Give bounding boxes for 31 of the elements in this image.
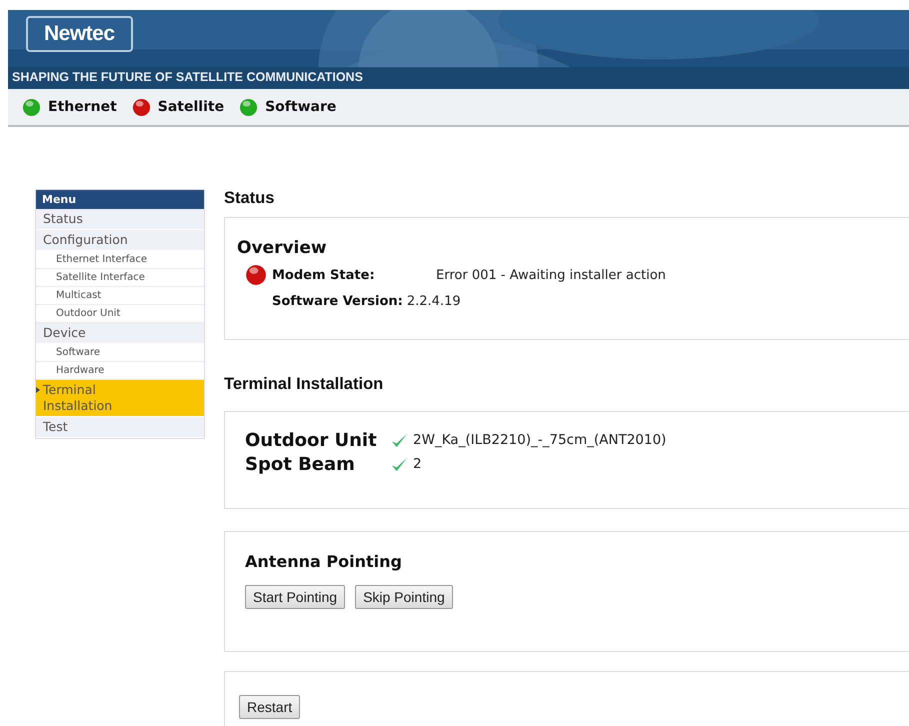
menu-title: Menu [36, 190, 204, 209]
field-label: Outdoor Unit [245, 430, 378, 450]
pointing-button[interactable]: Skip Pointing [355, 585, 453, 609]
arrow-icon [36, 387, 40, 393]
field-label: Modem State: [272, 268, 376, 282]
field-value: 2.2.4.19 [406, 294, 461, 309]
section-heading: Terminal Installation [224, 375, 384, 394]
tagline: SHAPING THE FUTURE OF SATELLITE COMMUNICATIONS [12, 70, 364, 84]
field-value: Error 001 - Awaiting installer action [436, 268, 666, 282]
page-title: Status [224, 189, 276, 208]
field-value: 2 [413, 456, 422, 472]
section-title: Antenna Pointing [245, 552, 403, 571]
submenu-item[interactable]: Multicast [36, 287, 204, 305]
indicator-label: Ethernet [48, 99, 117, 115]
restart-button[interactable]: Restart [239, 695, 300, 719]
logo: Newtec [26, 16, 133, 52]
menu-item[interactable]: Terminal Installation [36, 380, 204, 417]
field-value: 2W_Ka_(ILB2210)_-_75cm_(ANT2010) [413, 432, 666, 448]
submenu-item[interactable]: Hardware [36, 362, 204, 380]
submenu-item[interactable]: Software [36, 344, 204, 362]
submenu-item[interactable]: Satellite Interface [36, 269, 204, 287]
pointing-button[interactable]: Start Pointing [245, 585, 346, 609]
submenu-item[interactable]: Ethernet Interface [36, 251, 204, 269]
field-label: Spot Beam [245, 454, 356, 474]
field-label: Software Version: [272, 294, 403, 309]
indicator-label: Satellite [158, 99, 224, 115]
section-title: Overview [237, 238, 328, 258]
submenu-item[interactable]: Outdoor Unit [36, 305, 204, 323]
menu-item[interactable]: Status [36, 209, 204, 230]
indicator-label: Software [265, 99, 336, 115]
menu-item[interactable]: Test [36, 417, 204, 438]
